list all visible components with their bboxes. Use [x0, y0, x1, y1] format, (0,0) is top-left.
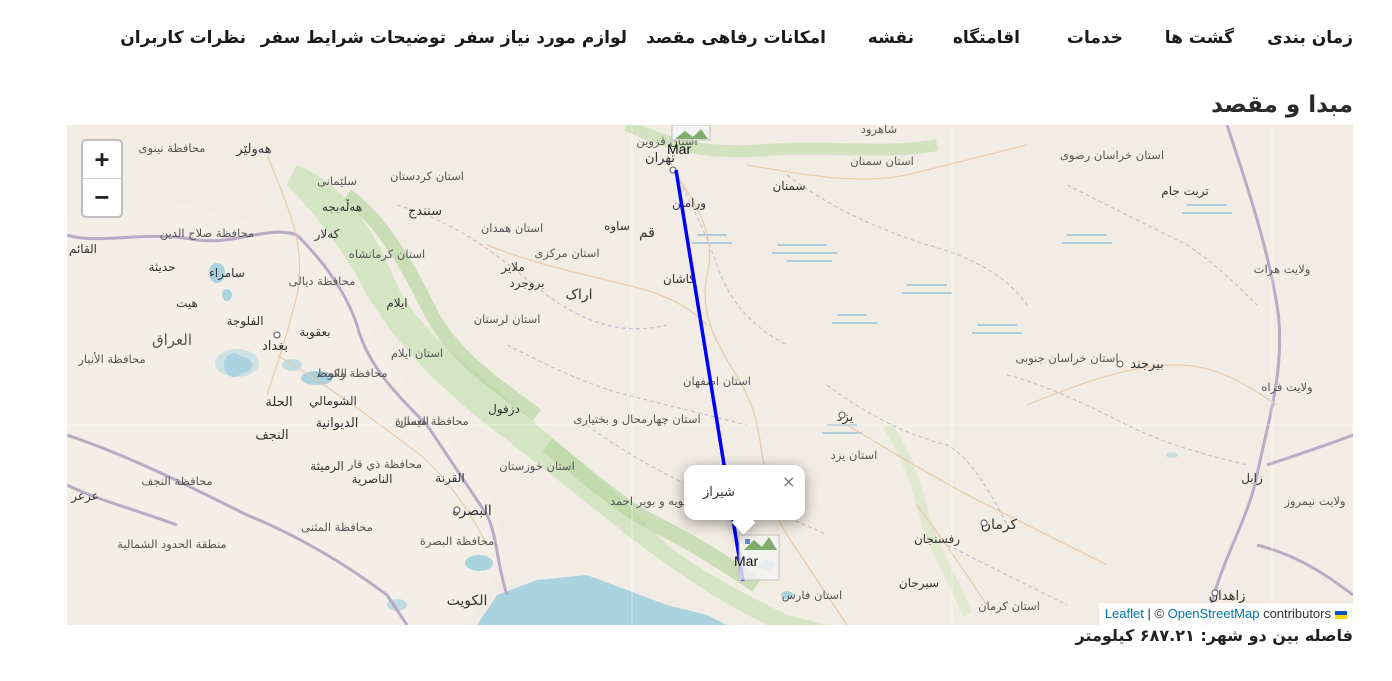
map-attribution: Leaflet | © OpenStreetMap contributors [1098, 603, 1353, 625]
section-title: مبدا و مقصد [1211, 92, 1353, 118]
destination-marker-label[interactable]: Mar [734, 553, 758, 569]
map-label-razavi: استان خراسان رضوی [1060, 148, 1164, 163]
map-label-markazi: استان مرکزی [534, 246, 599, 261]
map-label-qurna: القرنة [435, 471, 464, 486]
map-label-varamin: ورامین [672, 196, 706, 211]
map-label-sulaymaniyah: سلێمانی [317, 174, 357, 188]
map-label-dhi-qar: محافظة ذي قار [347, 457, 422, 472]
map-label-najaf-gov: محافظة النجف [141, 474, 212, 488]
map-label-samarra: سامراء [209, 266, 245, 281]
nav-item-accommodation[interactable]: اقامتگاه [953, 28, 1020, 48]
map-label-shahrud: شاهرود [861, 125, 897, 137]
map-label-saveh: ساوه [604, 219, 630, 234]
map-label-malayer: ملایر [500, 260, 525, 275]
zoom-control: + − [81, 139, 123, 218]
popup-close-icon[interactable]: × [782, 474, 795, 490]
map-label-rafsanjan: رفسنجان [914, 532, 960, 547]
map-label-herat: ولایت هرات [1254, 262, 1311, 277]
route-map[interactable]: استان قزوین تهران شاهرود استان سمنان سمن… [67, 125, 1353, 625]
map-label-sirjan: سیرجان [899, 576, 939, 591]
openstreetmap-link[interactable]: OpenStreetMap [1168, 606, 1260, 621]
map-label-qaim: القائم [69, 242, 97, 256]
map-label-semnan-prov: استان سمنان [850, 154, 914, 168]
map-label-yazd: یزد [837, 410, 854, 425]
map-label-salahuddin: محافظة صلاح الدين [160, 226, 254, 241]
map-label-ilam-prov: استان ایلام [391, 346, 443, 360]
map-label-qom: قم [639, 225, 655, 241]
nav-item-schedule[interactable]: زمان بندی [1267, 28, 1353, 48]
zoom-in-button[interactable]: + [83, 141, 121, 179]
leaflet-link[interactable]: Leaflet [1105, 606, 1144, 621]
map-label-arak: اراک [565, 287, 592, 303]
map-label-yazd-prov: استان یزد [831, 448, 878, 463]
origin-marker-label[interactable]: Mar [667, 141, 691, 157]
map-label-kurdistan: استان کردستان [390, 169, 464, 184]
map-label-shumali: الشومالي [309, 394, 357, 409]
map-label-torbat: تربت جام [1161, 184, 1208, 199]
map-label-lorestan: استان لرستان [474, 312, 541, 327]
map-label-kuwait: الكويت [447, 593, 488, 609]
nav-item-services[interactable]: خدمات [1067, 28, 1123, 48]
map-label-erbil: هەولێر [235, 142, 271, 157]
map-label-diwaniyah: الديوانية [316, 416, 359, 431]
map-label-ninawa: محافظة نينوى [139, 141, 206, 156]
map-tiles: استان قزوین تهران شاهرود استان سمنان سمن… [67, 125, 1353, 625]
map-label-fars: استان فارس [782, 588, 843, 603]
nav-item-destination-amenities[interactable]: امکانات رفاهی مقصد [646, 28, 826, 48]
map-label-iraq: العراق [152, 331, 192, 349]
map-label-ilam: ایلام [386, 296, 407, 310]
nav-item-map[interactable]: نقشه [868, 28, 914, 48]
map-label-border-region: منطقة الحدود الشمالية [117, 537, 226, 552]
map-label-wasit: محافظة واسط [316, 366, 387, 381]
map-label-najaf: النجف [255, 428, 288, 443]
origin-marker-icon [671, 125, 711, 141]
map-label-isfahan-prov: استان اصفهان [683, 374, 751, 388]
map-label-muthanna: محافظة المثنى [301, 520, 373, 534]
distance-label: فاصله بین دو شهر: [1200, 626, 1353, 645]
map-label-dezful: دزفول [488, 402, 520, 417]
map-label-hilla: الحلة [265, 395, 292, 410]
map-label-halabja: هەڵەبجە [322, 199, 362, 214]
nav-item-user-reviews[interactable]: نظرات کاربران [120, 28, 246, 48]
map-label-anbar: محافظة الأنبار [77, 352, 145, 367]
map-label-baqubah: بعقوبة [299, 325, 330, 340]
map-label-basra-gov: محافظة البصرة [420, 534, 494, 549]
distance-value: ۶۸۷.۲۱ [1139, 626, 1195, 645]
zoom-out-button[interactable]: − [83, 179, 121, 216]
map-label-birjand: بیرجند [1130, 357, 1164, 372]
map-label-hamadan: استان همدان [481, 221, 543, 235]
map-label-khuzestan: استان خوزستان [499, 459, 575, 474]
distance-readout: فاصله بین دو شهر: ۶۸۷.۲۱ کیلومتر [1076, 626, 1354, 645]
map-label-rumaitha: الرميثة [310, 459, 344, 474]
map-label-south-khorasan: استان خراسان جنوبی [1015, 351, 1118, 366]
map-label-borujerd: بروجرد [509, 276, 544, 291]
ukraine-flag-icon [1335, 610, 1347, 619]
map-label-semnan: سمنان [772, 179, 805, 193]
map-label-kermanshah: استان کرمانشاه [349, 247, 425, 262]
map-label-arar: عرعر [70, 489, 99, 504]
map-label-hit: هيت [176, 296, 198, 310]
attribution-contributors: contributors [1259, 606, 1331, 621]
map-label-nasiriyah: الناصرية [352, 472, 393, 487]
distance-unit: کیلومتر [1075, 626, 1135, 645]
attribution-separator: | © [1143, 606, 1168, 621]
map-label-haditha: حديثة [148, 260, 175, 274]
map-label-zabol: زابل [1241, 471, 1263, 486]
nav-item-tours[interactable]: گشت ها [1165, 28, 1234, 48]
map-label-chaharmahal: استان چهارمحال و بختیاری [573, 412, 700, 427]
map-popup-text: شیراز [703, 485, 735, 500]
nav-item-travel-essentials[interactable]: لوازم مورد نیاز سفر [455, 28, 627, 48]
nav-item-travel-conditions[interactable]: توضیحات شرایط سفر [261, 28, 446, 48]
map-label-diyala: محافظة ديالى [289, 274, 356, 288]
map-label-baghdad: بغداد [262, 339, 288, 354]
map-label-fallujah: الفلوجة [226, 314, 263, 329]
map-label-kalar: کەلار [314, 227, 340, 242]
map-label-nimruz: ولایت نیمروز [1283, 494, 1345, 509]
map-label-farah: ولایت فراه [1261, 380, 1312, 395]
top-navigation: زمان بندی گشت ها خدمات اقامتگاه نقشه امک… [0, 0, 1392, 78]
map-label-kerman-prov: استان کرمان [978, 599, 1040, 614]
map-label-sanandaj: سنندج [408, 204, 442, 219]
map-label-maysan: محافظة ميسان [395, 414, 469, 428]
map-label-kashan: کاشان [663, 272, 695, 286]
